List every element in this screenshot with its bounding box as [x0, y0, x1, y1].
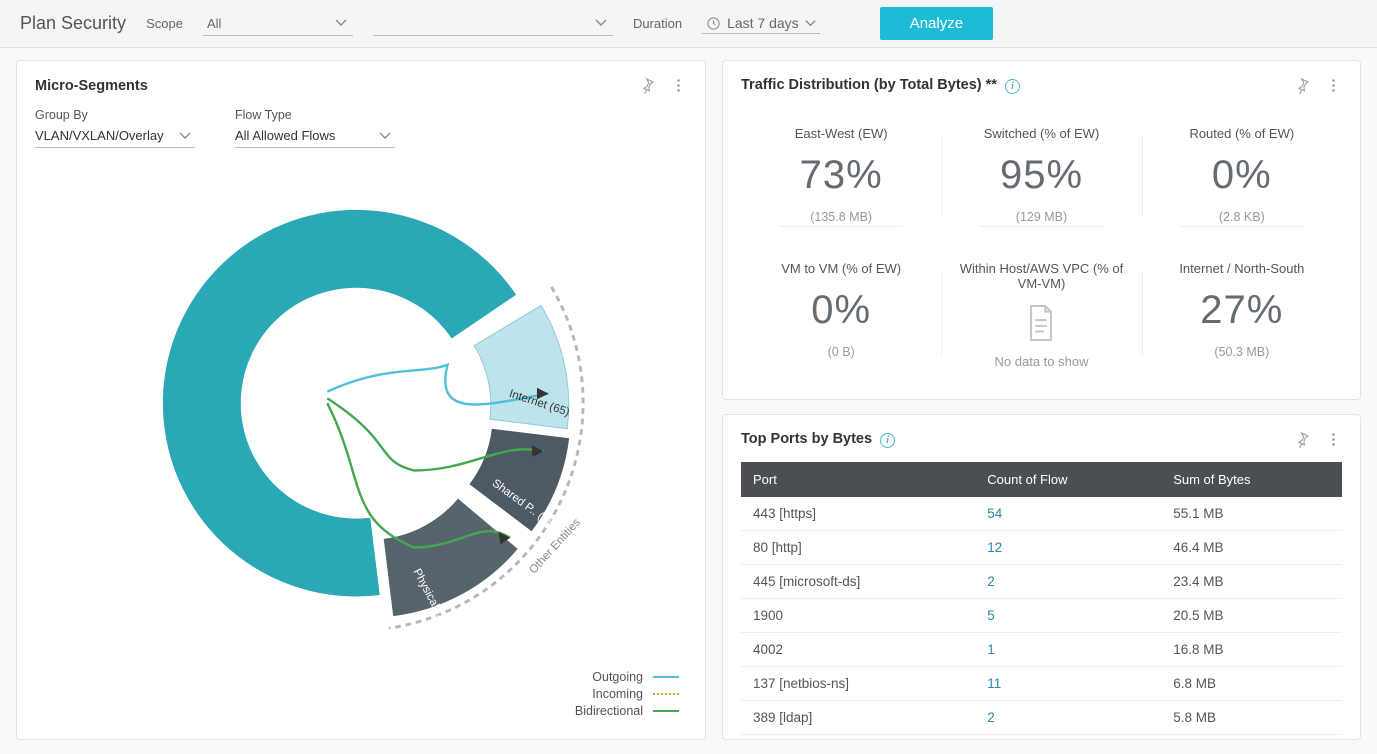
cell-port: 137 [netbios-ns]: [741, 667, 975, 701]
metric-title: East-West (EW): [749, 126, 933, 141]
microsegments-panel: Micro-Segments Group By VLAN/VXLAN/Overl…: [16, 60, 706, 740]
info-icon[interactable]: i: [880, 433, 895, 448]
more-icon[interactable]: [670, 77, 687, 94]
metric-value: 95%: [949, 153, 1133, 198]
metric-vm-to-vm: VM to VM (% of EW) 0% (0 B): [741, 243, 941, 383]
table-row[interactable]: 445 [microsoft-ds]223.4 MB: [741, 565, 1342, 599]
more-icon[interactable]: [1325, 431, 1342, 448]
cell-sum: 5.8 MB: [1161, 701, 1342, 735]
duration-value: Last 7 days: [727, 15, 799, 31]
table-row[interactable]: 80 [http]1246.4 MB: [741, 531, 1342, 565]
legend-outgoing: Outgoing: [592, 670, 643, 684]
top-ports-table: Port Count of Flow Sum of Bytes 443 [htt…: [741, 462, 1342, 735]
cell-count[interactable]: 1: [975, 633, 1161, 667]
metric-title: Switched (% of EW): [949, 126, 1133, 141]
info-icon[interactable]: i: [1005, 79, 1020, 94]
metric-value: 73%: [749, 153, 933, 198]
cell-sum: 6.8 MB: [1161, 667, 1342, 701]
microsegments-chart[interactable]: Others (2) Internet (65) Shared P.. (2) …: [91, 158, 631, 658]
microsegments-title: Micro-Segments: [35, 78, 148, 94]
scope-select-secondary[interactable]: [373, 12, 613, 36]
flow-type-label: Flow Type: [235, 108, 395, 122]
page-header: Plan Security Scope All Duration Last 7 …: [0, 0, 1377, 48]
table-header-row: Port Count of Flow Sum of Bytes: [741, 462, 1342, 497]
metric-sub: (2.8 KB): [1150, 210, 1334, 224]
cell-count[interactable]: 12: [975, 531, 1161, 565]
cell-port: 4002: [741, 633, 975, 667]
col-sum[interactable]: Sum of Bytes: [1161, 462, 1342, 497]
metric-routed: Routed (% of EW) 0% (2.8 KB): [1142, 108, 1342, 243]
analyze-button[interactable]: Analyze: [880, 7, 993, 40]
table-row[interactable]: 389 [ldap]25.8 MB: [741, 701, 1342, 735]
metric-switched: Switched (% of EW) 95% (129 MB): [941, 108, 1141, 243]
cell-sum: 16.8 MB: [1161, 633, 1342, 667]
cell-port: 443 [https]: [741, 497, 975, 531]
scope-label: Scope: [146, 16, 183, 31]
flow-type-select[interactable]: All Allowed Flows: [235, 124, 395, 148]
metric-value: 27%: [1150, 288, 1334, 333]
cell-port: 445 [microsoft-ds]: [741, 565, 975, 599]
group-by-select[interactable]: VLAN/VXLAN/Overlay: [35, 124, 195, 148]
metric-sub: (0 B): [749, 345, 933, 359]
top-ports-title: Top Ports by Bytes i: [741, 431, 895, 448]
pin-icon[interactable]: [639, 77, 656, 94]
cell-count[interactable]: 5: [975, 599, 1161, 633]
cell-sum: 23.4 MB: [1161, 565, 1342, 599]
group-by-label: Group By: [35, 108, 195, 122]
clock-icon: [706, 16, 721, 31]
metric-title: Routed (% of EW): [1150, 126, 1334, 141]
cell-count[interactable]: 54: [975, 497, 1161, 531]
segment-label-others: Others (2): [259, 337, 312, 366]
flow-legend: Outgoing Incoming Bidirectional: [575, 667, 679, 721]
metric-value: 0%: [749, 288, 933, 333]
duration-label: Duration: [633, 16, 682, 31]
table-row[interactable]: 137 [netbios-ns]116.8 MB: [741, 667, 1342, 701]
legend-incoming: Incoming: [592, 687, 643, 701]
cell-port: 389 [ldap]: [741, 701, 975, 735]
chevron-down-icon: [805, 18, 816, 29]
metric-east-west: East-West (EW) 73% (135.8 MB): [741, 108, 941, 243]
metric-sub: (135.8 MB): [749, 210, 933, 224]
cell-sum: 20.5 MB: [1161, 599, 1342, 633]
duration-picker[interactable]: Last 7 days: [702, 13, 820, 34]
table-row[interactable]: 4002116.8 MB: [741, 633, 1342, 667]
cell-sum: 46.4 MB: [1161, 531, 1342, 565]
cell-port: 80 [http]: [741, 531, 975, 565]
page-title: Plan Security: [20, 13, 126, 34]
cell-count[interactable]: 2: [975, 701, 1161, 735]
col-port[interactable]: Port: [741, 462, 975, 497]
top-ports-panel: Top Ports by Bytes i Port Count of: [722, 414, 1361, 740]
document-icon: [949, 303, 1133, 346]
pin-icon[interactable]: [1294, 431, 1311, 448]
metric-title: Within Host/AWS VPC (% of VM-VM): [949, 261, 1133, 291]
metric-title: Internet / North-South: [1150, 261, 1334, 276]
more-icon[interactable]: [1325, 77, 1342, 94]
metric-value: 0%: [1150, 153, 1334, 198]
pin-icon[interactable]: [1294, 77, 1311, 94]
metric-nodata-msg: No data to show: [949, 354, 1133, 369]
metric-sub: (50.3 MB): [1150, 345, 1334, 359]
cell-count[interactable]: 2: [975, 565, 1161, 599]
metric-sub: (129 MB): [949, 210, 1133, 224]
table-row[interactable]: 1900520.5 MB: [741, 599, 1342, 633]
metric-internet-ns: Internet / North-South 27% (50.3 MB): [1142, 243, 1342, 383]
cell-count[interactable]: 11: [975, 667, 1161, 701]
traffic-metrics: East-West (EW) 73% (135.8 MB) Switched (…: [741, 108, 1342, 383]
metric-title: VM to VM (% of EW): [749, 261, 933, 276]
traffic-distribution-panel: Traffic Distribution (by Total Bytes) **…: [722, 60, 1361, 400]
traffic-distribution-title: Traffic Distribution (by Total Bytes) **…: [741, 77, 1020, 94]
col-count[interactable]: Count of Flow: [975, 462, 1161, 497]
cell-port: 1900: [741, 599, 975, 633]
scope-select[interactable]: All: [203, 12, 353, 36]
legend-bidirectional: Bidirectional: [575, 704, 643, 718]
metric-within-host: Within Host/AWS VPC (% of VM-VM) No data…: [941, 243, 1141, 383]
table-row[interactable]: 443 [https]5455.1 MB: [741, 497, 1342, 531]
cell-sum: 55.1 MB: [1161, 497, 1342, 531]
